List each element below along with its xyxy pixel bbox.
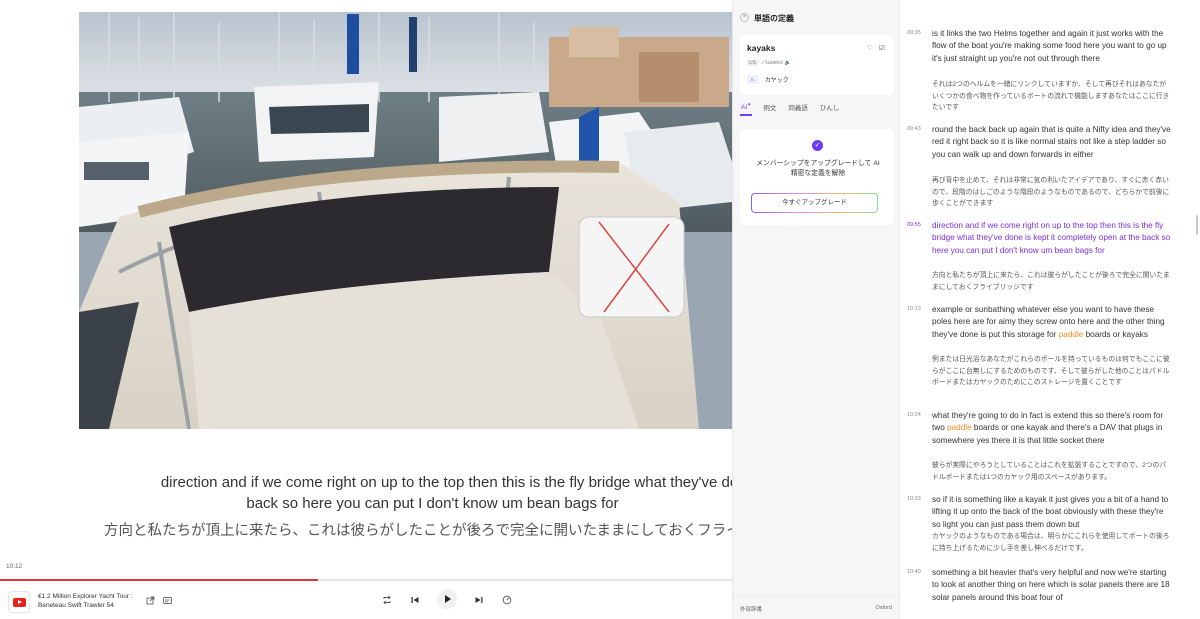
- current-time: 10:12: [6, 563, 23, 570]
- dictionary-header: × 単語の定義: [733, 0, 901, 36]
- external-dictionary-label[interactable]: 外部辞書: [740, 605, 762, 613]
- segment-english: something a bit heavier that's very help…: [932, 568, 1170, 602]
- segment-japanese: 方向と私たちが頂上に来たら、これは彼らがしたことが後ろで完全に開いたままにしてお…: [932, 272, 1170, 291]
- segment-japanese: カヤックのようなものである場合は、明らかにこれらを使用してボートの後ろに持ち上げ…: [932, 533, 1170, 552]
- subtitle-japanese: 方向と私たちが頂上に来たら、これは彼らがしたことが後ろで完全に開いたままにしてお…: [104, 523, 732, 539]
- segment-english: example or sunbathing whatever else you …: [932, 305, 1165, 339]
- segment-japanese: それは2つのヘルムを一緒にリンクしていますか、そして再びそれはあなたがいくつかの…: [932, 81, 1170, 111]
- upgrade-message: メンバーシップをアップグレードして AI 精密な定義を解除: [756, 160, 880, 177]
- play-button[interactable]: [437, 589, 457, 609]
- video-frame[interactable]: [79, 12, 732, 429]
- tab-synonyms[interactable]: 同義語: [787, 102, 808, 118]
- transcript-panel: 09:35 is it links the two Helms together…: [900, 0, 1200, 619]
- highlighted-word[interactable]: paddle: [1059, 330, 1084, 339]
- word-headword: kayaks: [747, 43, 776, 53]
- next-icon[interactable]: [472, 593, 486, 607]
- segment-time[interactable]: 09:43: [907, 126, 921, 132]
- subtitle-english: direction and if we come right on up to …: [0, 472, 732, 514]
- dictionary-title: 単語の定義: [754, 14, 794, 23]
- segment-time[interactable]: 10:33: [907, 496, 921, 502]
- player-controls: €1.2 Million Explorer Yacht Tour : Benet…: [0, 585, 732, 619]
- video-title: €1.2 Million Explorer Yacht Tour : Benet…: [38, 592, 138, 610]
- video-player: direction and if we come right on up to …: [0, 0, 732, 619]
- tab-parts-of-speech[interactable]: ひんし: [819, 102, 840, 118]
- upgrade-card: ✓ メンバーシップをアップグレードして AI 精密な定義を解除 今すぐアップグレ…: [740, 129, 894, 225]
- phonetic-text: /ˈkaɪæks/: [762, 60, 784, 66]
- speed-icon[interactable]: [500, 593, 514, 607]
- dictionary-source[interactable]: Oxford: [875, 605, 892, 611]
- external-link-icon[interactable]: [143, 593, 157, 607]
- app-window: direction and if we come right on up to …: [0, 0, 1200, 619]
- segment-time[interactable]: 10:13: [907, 306, 921, 312]
- definition-row: n. カヤック: [747, 75, 789, 84]
- pronunciation: US /ˈkaɪæks/ 🔈: [747, 60, 791, 66]
- video-title-line-2: Beneteau Swift Trawler 54: [38, 602, 114, 609]
- part-of-speech: n.: [747, 75, 759, 84]
- verified-badge-icon: ✓: [812, 140, 823, 151]
- heart-icon[interactable]: ♡: [866, 44, 872, 52]
- word-card: kayaks ♡ ☑ US /ˈkaɪæks/ 🔈 n. カヤック: [740, 35, 894, 95]
- word-actions: ♡ ☑: [866, 44, 885, 52]
- close-icon[interactable]: ×: [740, 13, 749, 22]
- definition-meaning: カヤック: [764, 78, 789, 84]
- segment-japanese: 再び背中を止めて、それは非常に気の利いたアイデアであり、すぐに赤く赤いので、段階…: [932, 177, 1170, 207]
- tab-ai[interactable]: AI✦: [740, 102, 753, 118]
- progress-fill: [0, 579, 319, 581]
- repeat-icon[interactable]: [380, 593, 394, 607]
- video-image: [79, 12, 732, 429]
- speaker-icon[interactable]: 🔈: [785, 60, 791, 66]
- upgrade-button[interactable]: 今すぐアップグレード: [751, 193, 878, 213]
- scrollbar[interactable]: [1196, 215, 1198, 235]
- progress-bar[interactable]: [0, 579, 732, 581]
- subtitle-english-line-2: back so here you can put I don't know um…: [246, 495, 619, 512]
- segment-time[interactable]: 09:55: [907, 222, 921, 228]
- checkbox-icon[interactable]: ☑: [879, 44, 885, 52]
- segment-english: so if it is something like a kayak it ju…: [932, 495, 1169, 529]
- segment-english: round the back back up again that is qui…: [932, 125, 1171, 159]
- segment-time[interactable]: 09:35: [907, 30, 921, 36]
- segment-english: direction and if we come right on up to …: [932, 221, 1171, 255]
- segment-time[interactable]: 10:24: [907, 412, 921, 418]
- dictionary-panel: × 単語の定義 kayaks ♡ ☑ US /ˈkaɪæks/ 🔈 n. カヤッ…: [732, 0, 901, 619]
- subtitle-settings-icon[interactable]: [160, 593, 174, 607]
- previous-icon[interactable]: [408, 593, 422, 607]
- segment-time[interactable]: 10:40: [907, 569, 921, 575]
- segment-japanese: 例または日光浴なあなたがこれらのポールを持っているものは何でもここに彼らがここに…: [932, 356, 1170, 386]
- segment-english: is it links the two Helms together and a…: [932, 29, 1167, 63]
- dictionary-tabs: AI✦ 例文 同義語 ひんし: [740, 102, 894, 118]
- segment-japanese: 彼らが実際にやろうとしていることはこれを拡張することですので、2つのパドルボード…: [932, 462, 1167, 481]
- segment-english: what they're going to do in fact is exte…: [932, 411, 1164, 445]
- highlighted-word[interactable]: paddle: [947, 423, 972, 432]
- region-label: US: [747, 60, 758, 66]
- dictionary-footer: 外部辞書 Oxford: [733, 596, 901, 619]
- youtube-logo-icon: [8, 591, 30, 613]
- subtitle-english-line-1: direction and if we come right on up to …: [160, 474, 732, 491]
- video-title-line-1: €1.2 Million Explorer Yacht Tour :: [38, 593, 133, 600]
- tab-examples[interactable]: 例文: [762, 102, 776, 118]
